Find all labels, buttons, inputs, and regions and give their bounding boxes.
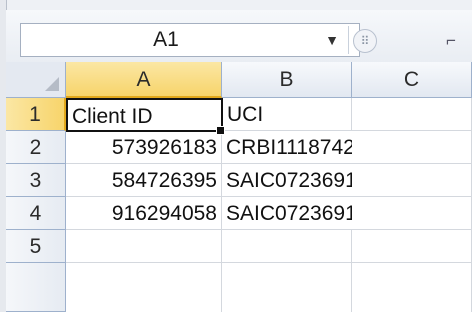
cell-c5[interactable] bbox=[352, 230, 472, 263]
name-box[interactable]: A1 ▼ ⠿ bbox=[20, 23, 377, 57]
cell-c3[interactable] bbox=[352, 164, 472, 197]
row-header-2[interactable]: 2 bbox=[6, 131, 66, 164]
chevron-down-icon[interactable]: ▼ bbox=[321, 24, 343, 56]
row-header-4[interactable]: 4 bbox=[6, 197, 66, 230]
name-box-value[interactable]: A1 bbox=[21, 24, 311, 56]
row-header-5[interactable]: 5 bbox=[6, 230, 66, 263]
cell-b2[interactable]: CRBI1118742U bbox=[222, 131, 370, 164]
formula-bar: A1 ▼ ⠿ ⌐ bbox=[6, 10, 472, 63]
cell-b5[interactable] bbox=[222, 230, 352, 263]
cell-b4[interactable]: SAIC0723691B bbox=[222, 197, 371, 230]
formula-bar-edge-glyph: ⌐ bbox=[446, 31, 456, 50]
cell-c2[interactable] bbox=[352, 131, 472, 164]
row-header-3[interactable]: 3 bbox=[6, 164, 66, 197]
cell-c1[interactable] bbox=[352, 98, 472, 131]
cell-c4[interactable] bbox=[352, 197, 472, 230]
cell-a2[interactable]: 573926183 bbox=[66, 131, 222, 164]
cell-a5[interactable] bbox=[66, 230, 222, 263]
row-header-1[interactable]: 1 bbox=[6, 98, 66, 131]
cell-a6[interactable] bbox=[66, 263, 222, 312]
fill-handle[interactable] bbox=[216, 126, 225, 135]
formula-separator bbox=[348, 26, 349, 54]
column-header-a[interactable]: A bbox=[66, 62, 222, 98]
select-all-triangle-icon bbox=[45, 77, 59, 91]
cell-b3[interactable]: SAIC0723691A bbox=[222, 164, 371, 197]
row-header-6[interactable] bbox=[6, 263, 66, 312]
cell-a1[interactable]: Client ID bbox=[66, 98, 223, 132]
column-header-c[interactable]: C bbox=[352, 62, 472, 98]
resize-handle-icon[interactable]: ⠿ bbox=[353, 29, 377, 53]
cell-a3[interactable]: 584726395 bbox=[66, 164, 222, 197]
cell-c6[interactable] bbox=[352, 263, 472, 312]
cell-a4[interactable]: 916294058 bbox=[66, 197, 222, 230]
cell-b1[interactable]: UCI bbox=[223, 98, 352, 131]
cell-b6[interactable] bbox=[222, 263, 352, 312]
column-header-b[interactable]: B bbox=[222, 62, 352, 98]
select-all-button[interactable] bbox=[6, 62, 66, 98]
